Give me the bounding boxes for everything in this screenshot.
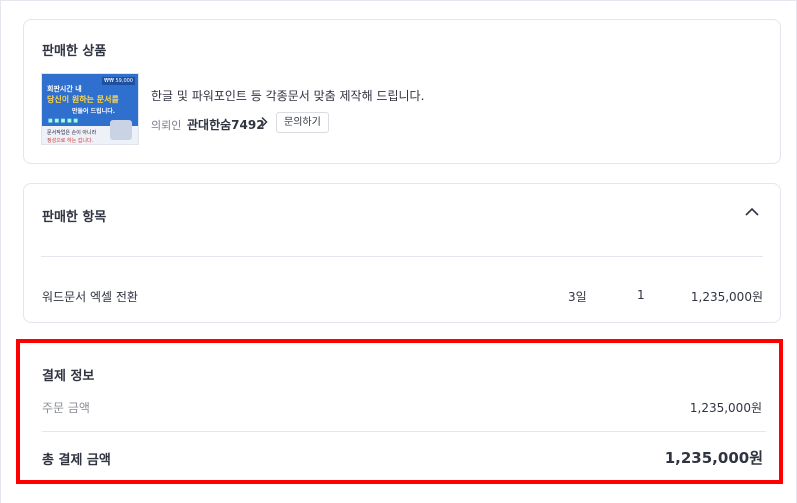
total-amount-label: 총 결제 금액 <box>42 453 111 468</box>
product-thumbnail[interactable]: ₩₩ 59,000 회판시간 내 당신이 원하는 문서를 만들어 드립니다. ■… <box>41 73 139 145</box>
items-divider <box>41 256 763 257</box>
order-amount-value: 1,235,000원 <box>689 401 762 415</box>
item-price: 1,235,000원 <box>690 290 763 304</box>
payment-divider <box>42 431 766 432</box>
thumbnail-text-line2: 당신이 원하는 문서를 <box>47 95 119 104</box>
thumbnail-illustration <box>110 120 132 140</box>
chevron-right-icon[interactable] <box>260 116 268 131</box>
thumbnail-text-line1: 회판시간 내 <box>47 85 82 93</box>
item-period: 3일 <box>568 290 587 304</box>
payment-info-card: 결제 정보 주문 금액 1,235,000원 총 결제 금액 1,235,000… <box>16 339 783 484</box>
sold-product-title: 판매한 상품 <box>42 44 107 59</box>
thumbnail-text-line3: 만들어 드립니다. <box>72 108 116 115</box>
sold-items-card: 판매한 항목 워드문서 엑셀 전환 3일 1 1,235,000원 <box>23 183 781 323</box>
inquire-button[interactable]: 문의하기 <box>276 112 329 133</box>
order-amount-label: 주문 금액 <box>42 401 90 415</box>
thumbnail-text-line4: 문서작업은 손이 아니라 <box>47 130 97 136</box>
sold-items-title: 판매한 항목 <box>42 210 107 225</box>
item-quantity: 1 <box>637 288 645 302</box>
total-amount-value: 1,235,000원 <box>664 449 763 467</box>
seller-name-link[interactable]: 관대한숨7492 <box>187 116 265 133</box>
thumbnail-app-icons: ■ ■ ■ ■ ■ <box>48 118 78 124</box>
item-name: 워드문서 엑셀 전환 <box>42 290 138 304</box>
payment-info-title: 결제 정보 <box>42 369 95 384</box>
thumbnail-price-tag: ₩₩ 59,000 <box>102 77 135 85</box>
product-description[interactable]: 한글 및 파워포인트 등 각종문서 맞춤 제작해 드립니다. <box>151 87 424 104</box>
thumbnail-text-line5: 정성으로 하는 겁니다. <box>47 138 94 144</box>
sold-product-card: 판매한 상품 ₩₩ 59,000 회판시간 내 당신이 원하는 문서를 만들어 … <box>23 19 781 164</box>
seller-role-label: 의뢰인 <box>151 119 182 132</box>
chevron-up-icon[interactable] <box>744 204 760 220</box>
